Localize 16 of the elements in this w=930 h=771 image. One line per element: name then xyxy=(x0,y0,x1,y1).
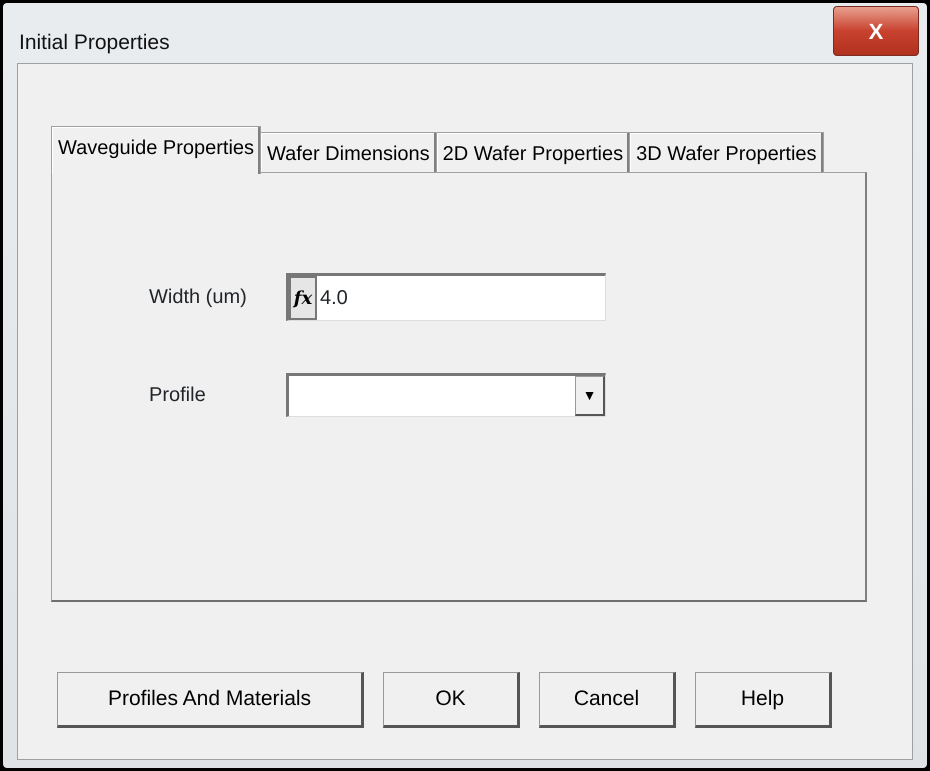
field-label: Profile xyxy=(149,383,207,408)
dialog-button[interactable]: Profiles And Materials xyxy=(57,672,364,728)
window-title: Initial Properties xyxy=(19,30,170,56)
tab[interactable]: 2D Wafer Properties xyxy=(436,132,630,172)
tab[interactable]: Wafer Dimensions xyxy=(260,132,437,172)
close-button[interactable]: X xyxy=(833,6,919,56)
dialog-button[interactable]: Cancel xyxy=(539,672,676,728)
dropdown-field[interactable]: ▼ xyxy=(286,373,606,417)
dialog-button[interactable]: Help xyxy=(695,672,832,728)
tab[interactable]: 3D Wafer Properties xyxy=(629,132,824,172)
input-field[interactable]: fx 4.0 xyxy=(286,273,606,321)
field-label: Width (um) xyxy=(149,285,248,310)
dropdown-arrow-button[interactable]: ▼ xyxy=(575,376,605,416)
dialog-button[interactable]: OK xyxy=(383,672,520,728)
formula-button[interactable]: fx xyxy=(289,276,317,320)
tab[interactable]: Waveguide Properties xyxy=(51,126,262,174)
